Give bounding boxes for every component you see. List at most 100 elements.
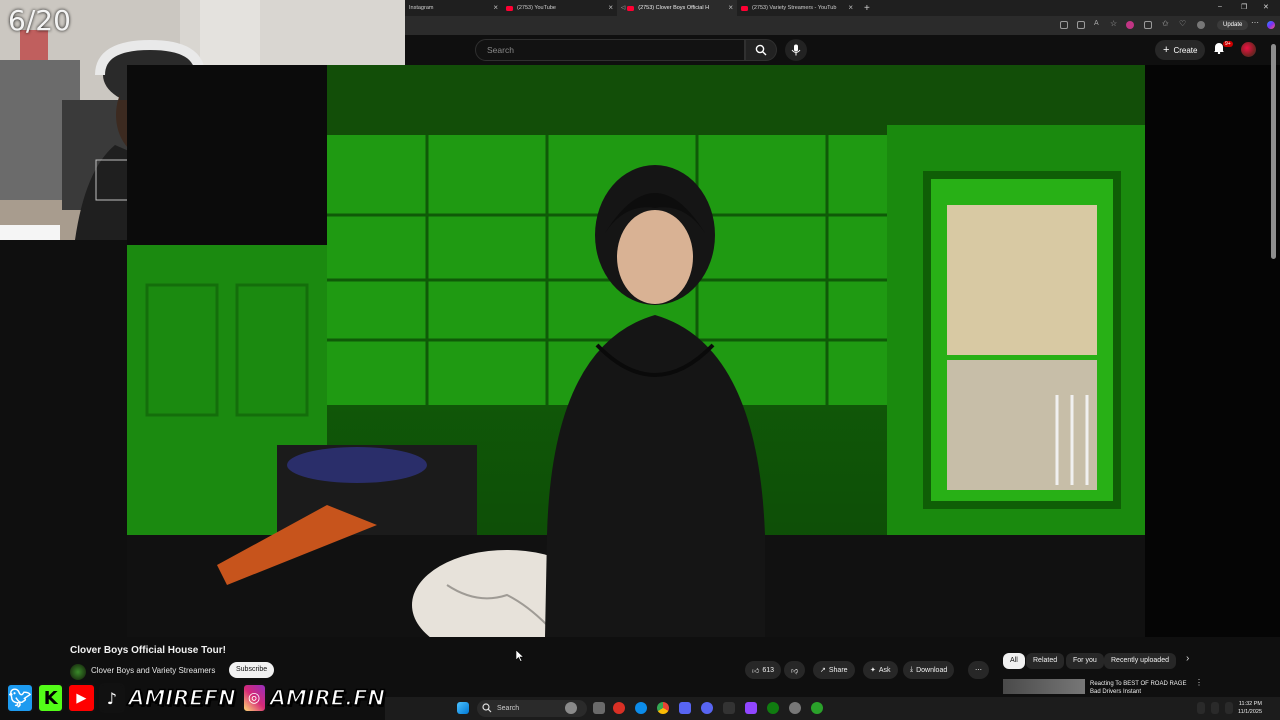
create-label: Create (1173, 45, 1198, 55)
tab-instagram[interactable]: Instagram × (405, 0, 502, 16)
twitch-icon[interactable] (745, 702, 757, 714)
tab-label: (2753) YouTube (517, 5, 556, 11)
page-scrollbar[interactable] (1271, 44, 1276, 259)
download-label: Download (916, 666, 948, 674)
task-view-icon[interactable] (593, 702, 605, 714)
profile-icon[interactable] (1197, 21, 1205, 29)
more-icon: ⋯ (975, 667, 982, 674)
app-icon-4[interactable] (811, 702, 823, 714)
xbox-icon[interactable] (767, 702, 779, 714)
download-button[interactable]: ⤓ Download (903, 661, 955, 679)
ask-button[interactable]: ✦ Ask (863, 661, 898, 679)
chevron-right-icon[interactable]: › (1186, 653, 1189, 664)
window-close-icon[interactable]: ✕ (1263, 3, 1269, 11)
close-icon[interactable]: × (848, 3, 853, 12)
recommendation-title[interactable]: Reacting To BEST OF ROAD RAGE Bad Driver… (1090, 680, 1190, 696)
like-button[interactable]: 👍︎ 613 (745, 661, 782, 679)
handle-primary: AMIREFN (127, 685, 236, 711)
read-aloud-icon[interactable]: A (1094, 20, 1102, 28)
recommendation-menu-icon[interactable]: ⋮ (1195, 678, 1203, 687)
tab-variety-streamers[interactable]: (2753) Variety Streamers - YouTub × (737, 0, 857, 16)
screen-icon[interactable] (1060, 21, 1068, 29)
volume-icon[interactable] (1225, 702, 1233, 714)
more-icon[interactable]: ⋯ (1251, 18, 1259, 27)
more-actions-button[interactable]: ⋯ (968, 661, 989, 679)
kick-icon: K (37, 683, 65, 713)
tiktok-icon: ♪ (98, 683, 126, 713)
chip-for-you[interactable]: For you (1066, 653, 1104, 669)
like-count: 613 (762, 666, 775, 674)
voice-search-button[interactable] (785, 39, 807, 61)
network-icon[interactable] (1211, 702, 1219, 714)
chip-all[interactable]: All (1003, 653, 1025, 669)
instagram-icon: ◎ (241, 683, 267, 713)
handle-instagram: AMIRE.FN (269, 685, 386, 711)
lock-icon[interactable] (1043, 21, 1051, 29)
collections-icon[interactable]: ♡ (1179, 19, 1187, 28)
close-icon[interactable]: × (728, 3, 733, 12)
channel-name[interactable]: Clover Boys and Variety Streamers (91, 666, 215, 675)
chip-related[interactable]: Related (1026, 653, 1065, 669)
refresh-icon[interactable] (1144, 21, 1152, 29)
widget-icon[interactable] (565, 702, 577, 714)
tray-icon[interactable] (1197, 702, 1205, 714)
discord-icon[interactable] (701, 702, 713, 714)
clock-time: 11:32 PM (1238, 701, 1262, 707)
tab-label: Instagram (409, 5, 434, 11)
update-button[interactable]: Update (1217, 20, 1249, 30)
search-button[interactable] (745, 39, 777, 61)
chrome-icon[interactable] (657, 702, 669, 714)
star-icon[interactable]: ☆ (1110, 19, 1118, 28)
tab-clover-boys[interactable]: ◁ (2753) Clover Boys Official H × (617, 0, 737, 16)
extension-icon[interactable] (1126, 21, 1134, 29)
grid-icon[interactable] (1077, 21, 1085, 29)
counter-overlay: 6/20 (8, 4, 71, 37)
search-icon (755, 44, 767, 56)
app-icon-2[interactable] (679, 702, 691, 714)
recommendation-thumbnail[interactable] (1003, 679, 1085, 694)
download-icon: ⤓ (910, 666, 914, 673)
sparkle-icon: ✦ (870, 667, 876, 674)
speaker-icon: ◁ (621, 5, 626, 11)
kick-letter: K (43, 687, 58, 709)
youtube-icon (741, 5, 748, 11)
search-input[interactable]: Search (475, 39, 745, 61)
share-button[interactable]: ↗ Share (813, 661, 855, 679)
minimize-icon[interactable]: – (1218, 3, 1222, 10)
create-button[interactable]: + Create (1155, 40, 1206, 60)
video-title: Clover Boys Official House Tour! (70, 645, 226, 656)
browser-toolbar: A ☆ ✩ ♡ Update ⋯ (405, 16, 1280, 35)
tab-youtube[interactable]: (2753) YouTube × (502, 0, 617, 16)
microphone-icon (791, 44, 801, 56)
youtube-icon (506, 5, 513, 11)
close-icon[interactable]: × (608, 3, 613, 12)
system-clock[interactable]: 11:32 PM 11/1/2025 (1238, 700, 1262, 716)
taskbar-search-icon (482, 703, 492, 713)
favorites-icon[interactable]: ✩ (1162, 19, 1170, 28)
maximize-icon[interactable]: ❐ (1241, 3, 1247, 11)
youtube-icon (627, 5, 635, 11)
app-icon-1[interactable] (613, 702, 625, 714)
chip-recently-uploaded[interactable]: Recently uploaded (1104, 653, 1176, 669)
channel-avatar[interactable] (70, 664, 86, 680)
start-icon[interactable] (457, 702, 469, 714)
close-icon[interactable]: × (493, 3, 498, 12)
social-handles-bar: 🐦︎ K ▶ ♪ AMIREFN ◎ AMIRE.FN (0, 681, 386, 715)
dislike-button[interactable]: 👎︎ (784, 661, 806, 679)
twitter-icon: 🐦︎ (6, 683, 35, 713)
new-tab-button[interactable]: + (860, 0, 874, 16)
settings-icon[interactable] (789, 702, 801, 714)
tab-label: (2753) Variety Streamers - YouTub (752, 5, 837, 11)
video-player[interactable] (127, 65, 1145, 637)
edge-icon[interactable] (635, 702, 647, 714)
copilot-icon[interactable] (1267, 21, 1275, 29)
app-icon-3[interactable] (723, 702, 735, 714)
subscribe-button[interactable]: Subscribe (229, 662, 275, 678)
account-avatar[interactable] (1241, 42, 1256, 57)
youtube-logo-icon: ▶ (67, 683, 96, 713)
video-frame (127, 65, 1145, 637)
thumbs-down-icon: 👎︎ (791, 667, 799, 675)
tab-label: (2753) Clover Boys Official H (638, 5, 710, 11)
ask-label: Ask (878, 666, 891, 674)
share-label: Share (828, 666, 848, 674)
